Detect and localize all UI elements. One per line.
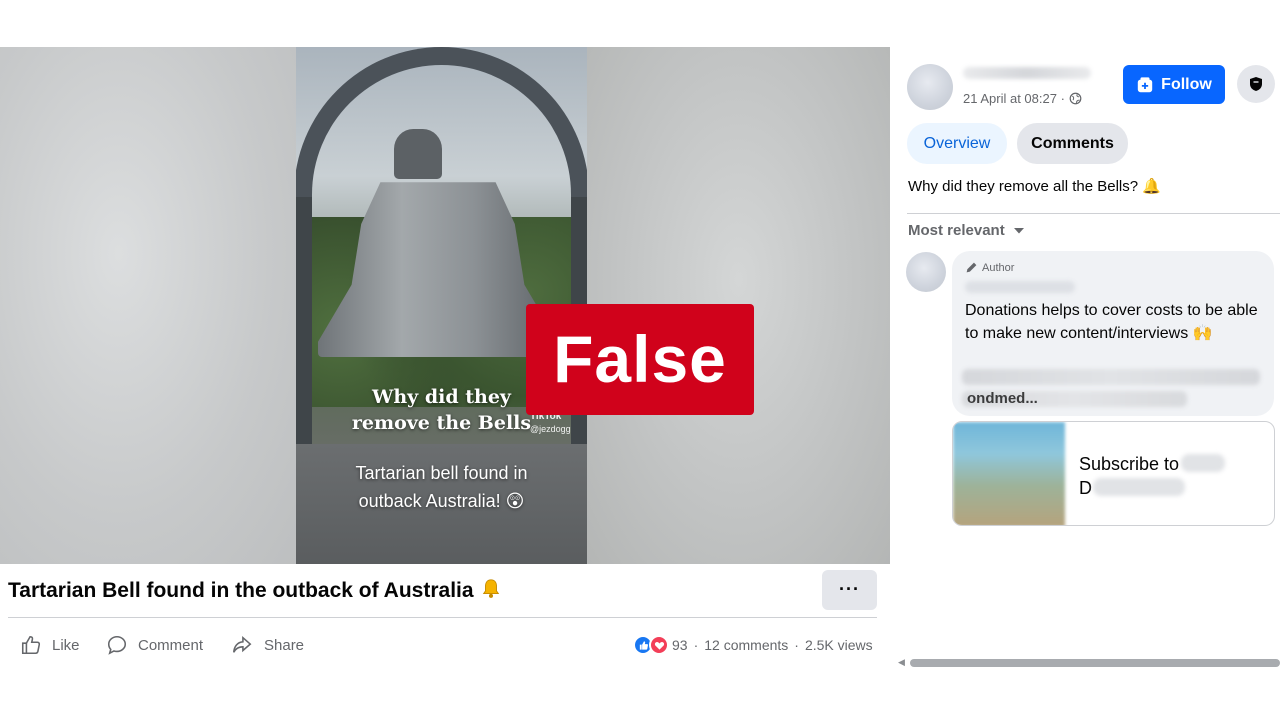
scroll-left-icon[interactable]: ◀ <box>898 657 905 668</box>
comment-bubble-icon <box>107 635 127 655</box>
video-player[interactable]: Why did they remove the Bells TikTok @je… <box>0 47 890 564</box>
commenter-avatar[interactable] <box>906 252 946 292</box>
like-button[interactable]: Like <box>20 632 80 658</box>
reaction-count[interactable]: 93 <box>672 637 688 653</box>
sidebar-divider <box>907 213 1280 214</box>
bell-crown <box>394 129 442 179</box>
shield-icon <box>1250 77 1262 91</box>
author-badge: Author <box>965 261 1014 274</box>
like-label: Like <box>52 636 80 654</box>
pencil-icon <box>966 262 977 273</box>
post-title: Tartarian Bell found in the outback of A… <box>8 577 502 605</box>
comment-bubble: Author Donations helps to cover costs to… <box>952 251 1274 416</box>
comment-button[interactable]: Comment <box>106 632 203 658</box>
video-subtitle: Tartarian bell found in outback Australi… <box>355 463 528 511</box>
video-blur-left <box>0 47 296 564</box>
author-avatar[interactable] <box>907 64 953 110</box>
shield-button[interactable] <box>1237 65 1275 103</box>
comment-count[interactable]: 12 comments <box>704 637 788 653</box>
thumbs-up-icon <box>21 635 41 655</box>
stats-separator: · <box>794 637 799 653</box>
comment-link-redacted[interactable] <box>962 369 1260 385</box>
link-preview-redacted <box>1181 454 1225 472</box>
post-divider <box>8 617 877 618</box>
follow-button[interactable]: Follow <box>1123 65 1225 104</box>
globe-icon <box>1069 92 1082 105</box>
comment-link-fragment[interactable]: ondmed... <box>967 390 1038 407</box>
horizontal-scrollbar[interactable]: ◀ <box>898 657 1280 667</box>
follow-icon <box>1137 76 1153 92</box>
bell-icon <box>482 579 499 598</box>
comment-label: Comment <box>138 636 204 654</box>
fact-check-false-badge: False <box>526 304 754 415</box>
scrollbar-thumb[interactable] <box>910 659 1280 667</box>
author-name-redacted[interactable] <box>963 67 1091 79</box>
commenter-name-redacted[interactable] <box>965 281 1075 293</box>
share-button[interactable]: Share <box>230 632 304 658</box>
view-count: 2.5K views <box>804 637 873 653</box>
post-sidebar: 21 April at 08:27 · Follow Overview Comm… <box>890 47 1280 677</box>
link-preview-card[interactable]: Subscribe to D <box>952 421 1275 526</box>
link-preview-redacted-2 <box>1093 478 1185 496</box>
more-options-button[interactable]: ··· <box>822 570 877 610</box>
tab-comments[interactable]: Comments <box>1017 123 1128 164</box>
post-timestamp[interactable]: 21 April at 08:27 · <box>963 91 1082 106</box>
share-label: Share <box>264 636 305 654</box>
love-reaction-icon[interactable] <box>649 635 669 655</box>
link-preview-thumbnail <box>953 422 1065 525</box>
post-description: Why did they remove all the Bells? 🔔 <box>908 178 1161 195</box>
stats-separator: · <box>693 637 699 653</box>
comment-sort-dropdown[interactable]: Most relevant <box>908 222 1025 239</box>
caret-down-icon <box>1013 227 1024 233</box>
share-arrow-icon <box>232 635 252 653</box>
post-stats: 93 · 12 comments · 2.5K views <box>633 634 873 656</box>
sidebar-fade <box>890 527 1280 657</box>
tab-overview[interactable]: Overview <box>907 123 1007 164</box>
comment-text: Donations helps to cover costs to be abl… <box>965 302 1258 342</box>
